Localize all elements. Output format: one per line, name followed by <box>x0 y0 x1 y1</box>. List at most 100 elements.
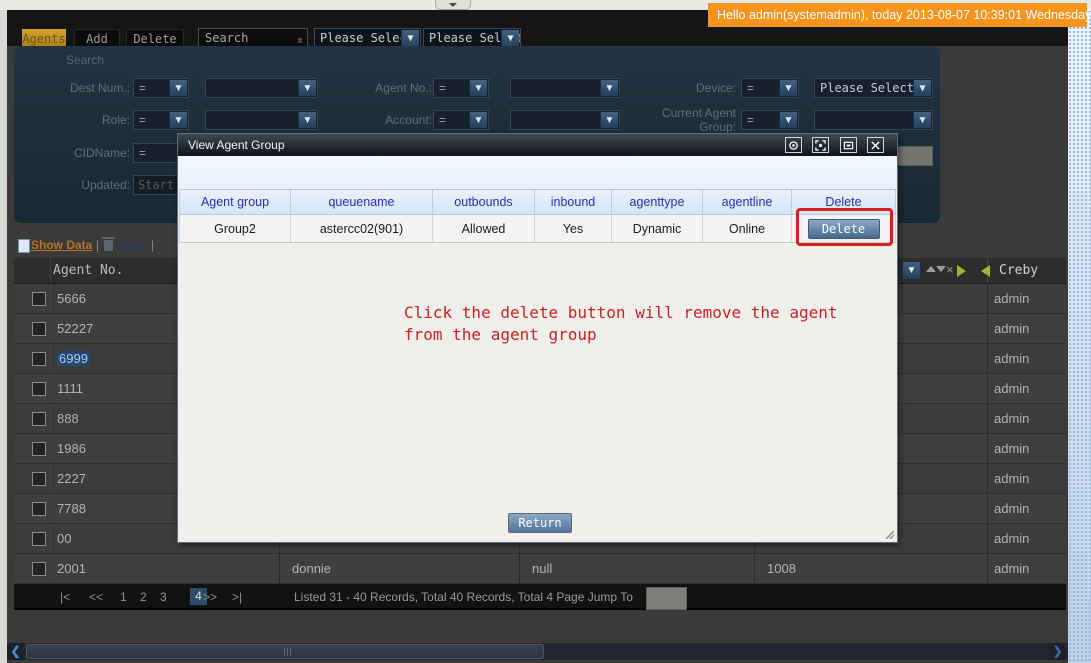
cell-queuename: astercc02(901) <box>291 215 433 242</box>
dropdown-arrow-icon[interactable]: ▼ <box>298 112 316 128</box>
horizontal-scrollbar-thumb[interactable] <box>26 644 544 659</box>
dropdown-arrow-icon[interactable]: ▼ <box>298 80 316 96</box>
device-value-select[interactable]: Please Select ▼ <box>814 78 933 98</box>
row-checkbox[interactable] <box>32 322 46 336</box>
annotation-line-2: from the agent group <box>404 325 597 344</box>
row-checkbox[interactable] <box>32 442 46 456</box>
row-checkbox[interactable] <box>32 562 46 576</box>
dropdown-arrow-icon[interactable]: ▼ <box>913 80 931 96</box>
dropdown-arrow-icon[interactable]: ▼ <box>600 112 618 128</box>
role-value-select[interactable]: ▼ <box>205 110 318 130</box>
row-checkbox[interactable] <box>32 382 46 396</box>
resize-handle-icon[interactable] <box>884 529 894 539</box>
column-header-creby[interactable]: Creby <box>999 263 1038 278</box>
agent-no-operator-select[interactable]: = ▼ <box>433 78 489 98</box>
dropdown-arrow-icon[interactable]: ▼ <box>401 30 419 47</box>
annotation-text: Click the delete button will remove the … <box>404 302 837 346</box>
agent-group-table-header: Agent group queuename outbounds inbound … <box>179 189 896 215</box>
restore-window-icon[interactable] <box>840 137 857 153</box>
trash-link[interactable]: Trash <box>116 238 148 252</box>
operator-value: = <box>139 113 147 127</box>
row-checkbox[interactable] <box>32 292 46 306</box>
row-checkbox[interactable] <box>32 352 46 366</box>
close-window-icon[interactable] <box>867 137 884 153</box>
agent-no-value-select[interactable]: ▼ <box>510 78 620 98</box>
shade-window-icon[interactable] <box>785 137 802 153</box>
header-agent-group: Agent group <box>179 190 291 214</box>
device-operator-select[interactable]: = ▼ <box>741 78 799 98</box>
current-agent-group-value-select[interactable]: ▼ <box>814 110 933 130</box>
cell-agent-group: Group2 <box>179 215 291 242</box>
operator-value: = <box>747 113 755 127</box>
row-checkbox[interactable] <box>32 412 46 426</box>
left-border-strip <box>0 10 7 663</box>
scroll-left-arrow[interactable]: ❮ <box>7 643 24 660</box>
application-window: Agents Add Delete Search» Please Select ▼… <box>0 0 1091 663</box>
return-button[interactable]: Return <box>508 513 572 533</box>
role-operator-select[interactable]: = ▼ <box>133 110 189 130</box>
first-page-button[interactable]: |< <box>60 590 70 604</box>
next-page-button[interactable]: >> <box>203 590 217 604</box>
account-operator-select[interactable]: = ▼ <box>433 110 489 130</box>
dropdown-arrow-icon[interactable]: ▼ <box>779 80 797 96</box>
move-left-icon[interactable] <box>981 265 990 277</box>
dropdown-arrow-icon[interactable]: ▼ <box>913 112 931 128</box>
label-account: Account: <box>385 113 432 127</box>
prev-page-button[interactable]: << <box>89 590 103 604</box>
annotation-line-1: Click the delete button will remove the … <box>404 303 838 322</box>
current-agent-group-operator-select[interactable]: = ▼ <box>741 110 799 130</box>
cell-agent-no: 7788 <box>57 501 86 516</box>
dropdown-arrow-icon[interactable]: ▼ <box>169 112 187 128</box>
dest-num-operator-select[interactable]: = ▼ <box>133 78 189 98</box>
cell-name: donnie <box>292 561 332 576</box>
highlight-red-box <box>796 208 893 246</box>
link-separator: | <box>96 238 100 252</box>
label-updated: Updated: <box>81 178 130 192</box>
account-value-select[interactable]: ▼ <box>510 110 620 130</box>
row-checkbox[interactable] <box>32 532 46 546</box>
cell-creby: admin <box>994 411 1030 426</box>
selected-text: 6999 <box>57 351 90 366</box>
dropdown-arrow-icon[interactable]: ▼ <box>501 30 519 47</box>
chevrons-up-icon: » <box>293 37 307 44</box>
page-button-2[interactable]: 2 <box>140 590 147 604</box>
cell-agentline: Online <box>703 215 792 242</box>
records-info: Listed 31 - 40 Records, Total 40 Records… <box>294 590 633 604</box>
row-checkbox[interactable] <box>32 502 46 516</box>
close-glyph <box>871 140 880 150</box>
dropdown-arrow-icon[interactable]: ▼ <box>600 80 618 96</box>
cell-creby: admin <box>994 291 1030 306</box>
label-device: Device: <box>695 81 736 95</box>
jump-to-page-input[interactable] <box>646 587 687 610</box>
column-dropdown-button[interactable]: ▼ <box>902 261 921 280</box>
select-value: Please Select <box>320 31 414 45</box>
move-right-icon[interactable] <box>957 265 966 277</box>
sort-asc-icon[interactable] <box>926 266 936 272</box>
page-button-3[interactable]: 3 <box>160 590 167 604</box>
dropdown-arrow-icon[interactable]: ▼ <box>169 80 187 96</box>
operator-value: = <box>747 81 755 95</box>
shade-glyph <box>789 140 798 150</box>
dropdown-arrow-icon[interactable]: ▼ <box>779 112 797 128</box>
dest-num-value-select[interactable]: ▼ <box>205 78 318 98</box>
page-button-1[interactable]: 1 <box>120 590 127 604</box>
cell-agent-no: 1986 <box>57 441 86 456</box>
sort-desc-icon[interactable] <box>936 266 946 272</box>
column-header-agent-no[interactable]: Agent No. <box>53 263 123 278</box>
scroll-right-arrow[interactable]: ❯ <box>1049 643 1066 660</box>
dialog-top-band <box>179 156 896 189</box>
dropdown-arrow-icon[interactable]: ▼ <box>469 80 487 96</box>
operator-value: = <box>439 113 447 127</box>
last-page-button[interactable]: >| <box>232 590 242 604</box>
right-texture-strip <box>1068 10 1091 663</box>
header-outbounds: outbounds <box>433 190 535 214</box>
row-checkbox[interactable] <box>32 472 46 486</box>
clear-sort-icon[interactable]: × <box>946 262 954 277</box>
search-value: Search <box>205 31 249 45</box>
maximize-window-icon[interactable] <box>812 137 829 153</box>
panel-collapse-handle[interactable] <box>435 0 471 10</box>
cell-creby: admin <box>994 501 1030 516</box>
show-data-link[interactable]: Show Data <box>31 238 92 252</box>
dropdown-arrow-icon[interactable]: ▼ <box>469 112 487 128</box>
cell-agent-no: 2227 <box>57 471 86 486</box>
